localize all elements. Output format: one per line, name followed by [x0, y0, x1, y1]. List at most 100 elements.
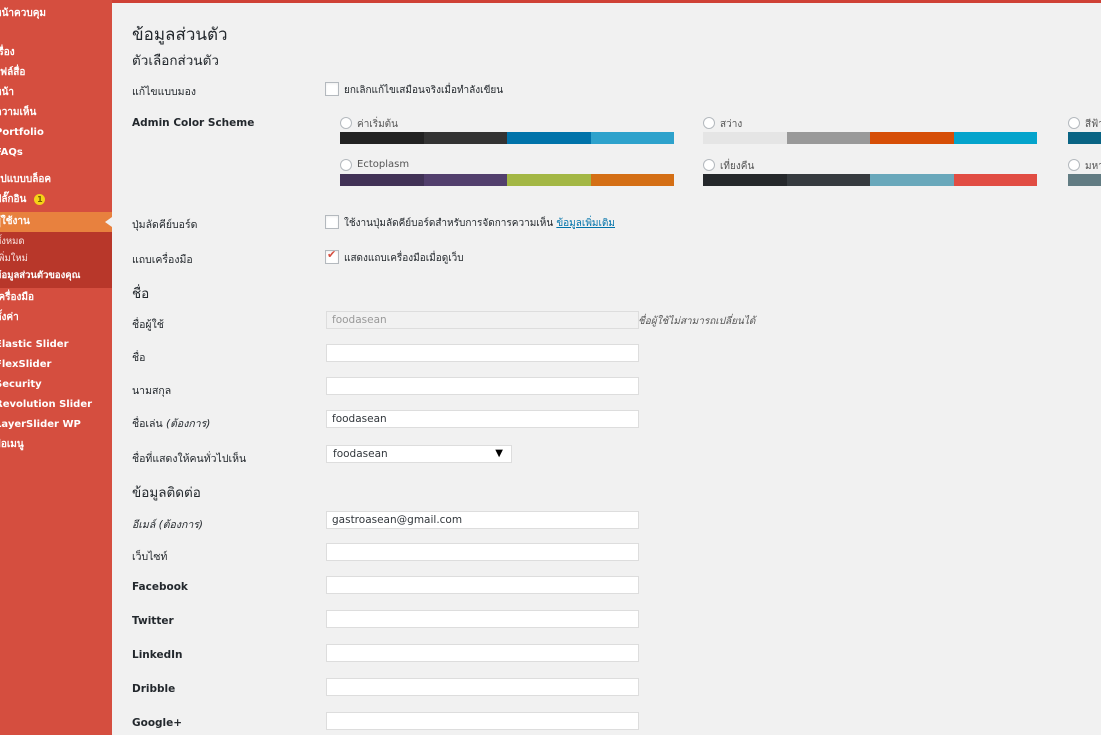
users-submenu: ทั้งหมด เพิ่มใหม่ ข้อมูลส่วนตัวของคุณ — [0, 232, 112, 288]
keyboard-shortcuts-text: ใช้งานปุ่มลัดคีย์บอร์ดสำหรับการจัดการควา… — [344, 218, 554, 229]
scheme-radio-default[interactable] — [340, 117, 352, 129]
submenu-item-your-profile[interactable]: ข้อมูลส่วนตัวของคุณ — [0, 268, 112, 284]
dribble-input[interactable] — [326, 678, 639, 696]
username-label: ชื่อผู้ใช้ — [132, 319, 164, 331]
sidebar-item-faqs[interactable]: FAQs — [0, 143, 112, 163]
scheme-swatch — [786, 132, 870, 144]
scheme-swatch — [1068, 174, 1101, 186]
nickname-input[interactable]: foodasean — [326, 410, 639, 428]
first-name-input[interactable] — [326, 344, 639, 362]
dribble-label: Dribble — [132, 683, 176, 695]
scheme-swatch — [786, 174, 870, 186]
twitter-input[interactable] — [326, 610, 639, 628]
display-name-select[interactable]: foodasean ▼ — [326, 445, 512, 463]
scheme-radio-light[interactable] — [703, 117, 715, 129]
scheme-swatch — [703, 132, 787, 144]
nickname-label: ชื่อเล่น (ต้องการ) — [132, 415, 210, 432]
first-name-label: ชื่อ — [132, 352, 146, 364]
section-personal-options: ตัวเลือกส่วนตัว — [132, 53, 219, 69]
google-plus-input[interactable] — [326, 712, 639, 730]
email-input[interactable]: gastroasean@gmail.com — [326, 511, 639, 529]
nickname-required-text: (ต้องการ) — [165, 418, 211, 430]
scheme-swatch — [423, 132, 507, 144]
linkedin-input[interactable] — [326, 644, 639, 662]
email-label: อีเมล์ (ต้องการ) — [132, 516, 203, 533]
toolbar-text: แสดงแถบเครื่องมือเมื่อดูเว็บ — [344, 253, 464, 264]
facebook-label: Facebook — [132, 581, 188, 593]
scheme-swatch — [590, 174, 674, 186]
scheme-name-ectoplasm: Ectoplasm — [357, 159, 410, 170]
scheme-swatch — [953, 132, 1037, 144]
facebook-input[interactable] — [326, 576, 639, 594]
nickname-label-text: ชื่อเล่น — [132, 418, 163, 430]
sidebar-item-collapse-menu[interactable]: ย่อเมนู — [0, 435, 112, 455]
twitter-label: Twitter — [132, 615, 174, 627]
visual-editor-label: แก้ไขแบบมอง — [132, 86, 197, 98]
display-name-selected: foodasean — [333, 448, 388, 460]
scheme-name-light: สว่าง — [720, 119, 743, 130]
submenu-item-all-users[interactable]: ทั้งหมด — [0, 234, 112, 250]
scheme-name-blue: สีฟ้า — [1085, 119, 1101, 130]
scheme-swatch — [953, 174, 1037, 186]
keyboard-shortcuts-description: ใช้งานปุ่มลัดคีย์บอร์ดสำหรับการจัดการควา… — [344, 216, 615, 231]
sidebar-item-portfolio[interactable]: Portfolio — [0, 123, 112, 143]
keyboard-shortcuts-checkbox[interactable] — [325, 215, 339, 229]
scheme-radio-ocean[interactable] — [1068, 159, 1080, 171]
sidebar-item-dashboard[interactable]: หน้าควบคุม — [0, 4, 112, 24]
scheme-swatch — [1068, 132, 1101, 144]
sidebar-item-appearance[interactable]: รูปแบบบล็อค — [0, 170, 112, 190]
linkedin-label: LinkedIn — [132, 649, 183, 661]
section-name: ชื่อ — [132, 286, 150, 302]
scheme-radio-ectoplasm[interactable] — [340, 159, 352, 171]
profile-main: ข้อมูลส่วนตัว ตัวเลือกส่วนตัว แก้ไขแบบมอ… — [112, 3, 1101, 735]
visual-editor-checkbox[interactable] — [325, 82, 339, 96]
section-contact: ข้อมูลติดต่อ — [132, 485, 201, 501]
scheme-swatch — [340, 132, 424, 144]
email-label-text: อีเมล์ — [132, 519, 156, 531]
sidebar-item-revolution-slider[interactable]: Revolution Slider — [0, 395, 112, 415]
toolbar-label: แถบเครื่องมือ — [132, 254, 193, 266]
display-name-label: ชื่อที่แสดงให้คนทั่วไปเห็น — [132, 453, 247, 465]
email-required-text: (ต้องการ) — [158, 519, 203, 531]
sidebar-item-flexslider[interactable]: FlexSlider — [0, 355, 112, 375]
checkmark-icon: ✔ — [327, 248, 337, 261]
website-label: เว็บไซท์ — [132, 551, 168, 563]
scheme-swatch — [870, 132, 954, 144]
visual-editor-text: ยกเลิกแก้ไขเสมือนจริงเมื่อทำลังเขียน — [344, 85, 504, 96]
submenu-item-add-new[interactable]: เพิ่มใหม่ — [0, 251, 112, 267]
sidebar-item-layerslider[interactable]: LayerSlider WP — [0, 415, 112, 435]
keyboard-shortcuts-label: ปุ่มลัดคีย์บอร์ด — [132, 219, 198, 231]
scheme-swatch — [870, 174, 954, 186]
username-input: foodasean — [326, 311, 639, 329]
scheme-swatch — [507, 132, 591, 144]
sidebar-item-security[interactable]: Security — [0, 375, 112, 395]
dropdown-arrow-icon: ▼ — [495, 448, 503, 459]
more-info-link[interactable]: ข้อมูลเพิ่มเติม — [556, 218, 615, 229]
scheme-radio-blue[interactable] — [1068, 117, 1080, 129]
sidebar-item-settings[interactable]: ตั้งค่า — [0, 308, 112, 328]
scheme-swatch — [703, 174, 787, 186]
scheme-name-ocean: มหาสมุทร — [1085, 161, 1101, 172]
page-title: ข้อมูลส่วนตัว — [132, 25, 228, 45]
sidebar-item-users[interactable]: ผู้ใช้งาน — [0, 212, 112, 232]
sidebar-item-pages[interactable]: หน้า — [0, 83, 112, 103]
sidebar-item-elastic-slider[interactable]: Elastic Slider — [0, 335, 112, 355]
sidebar-item-tools[interactable]: เครื่องมือ — [0, 288, 112, 308]
last-name-label: นามสกุล — [132, 385, 172, 397]
scheme-swatch — [590, 132, 674, 144]
google-plus-label: Google+ — [132, 717, 183, 729]
website-input[interactable] — [326, 543, 639, 561]
scheme-name-midnight: เที่ยงคืน — [720, 161, 755, 172]
sidebar-item-media[interactable]: ไฟล์สื่อ — [0, 63, 112, 83]
active-menu-arrow — [105, 217, 112, 227]
toolbar-checkbox[interactable]: ✔ — [325, 248, 339, 264]
sidebar-item-plugins[interactable]: ปลั๊กอิน1 — [0, 190, 112, 210]
scheme-swatch — [507, 174, 591, 186]
scheme-swatch — [423, 174, 507, 186]
sidebar-item-comments[interactable]: ความเห็น — [0, 103, 112, 123]
last-name-input[interactable] — [326, 377, 639, 395]
sidebar-item-posts[interactable]: เรื่อง — [0, 43, 112, 63]
plugin-update-badge: 1 — [34, 193, 46, 205]
scheme-name-default: ค่าเริ่มต้น — [357, 119, 399, 130]
scheme-radio-midnight[interactable] — [703, 159, 715, 171]
